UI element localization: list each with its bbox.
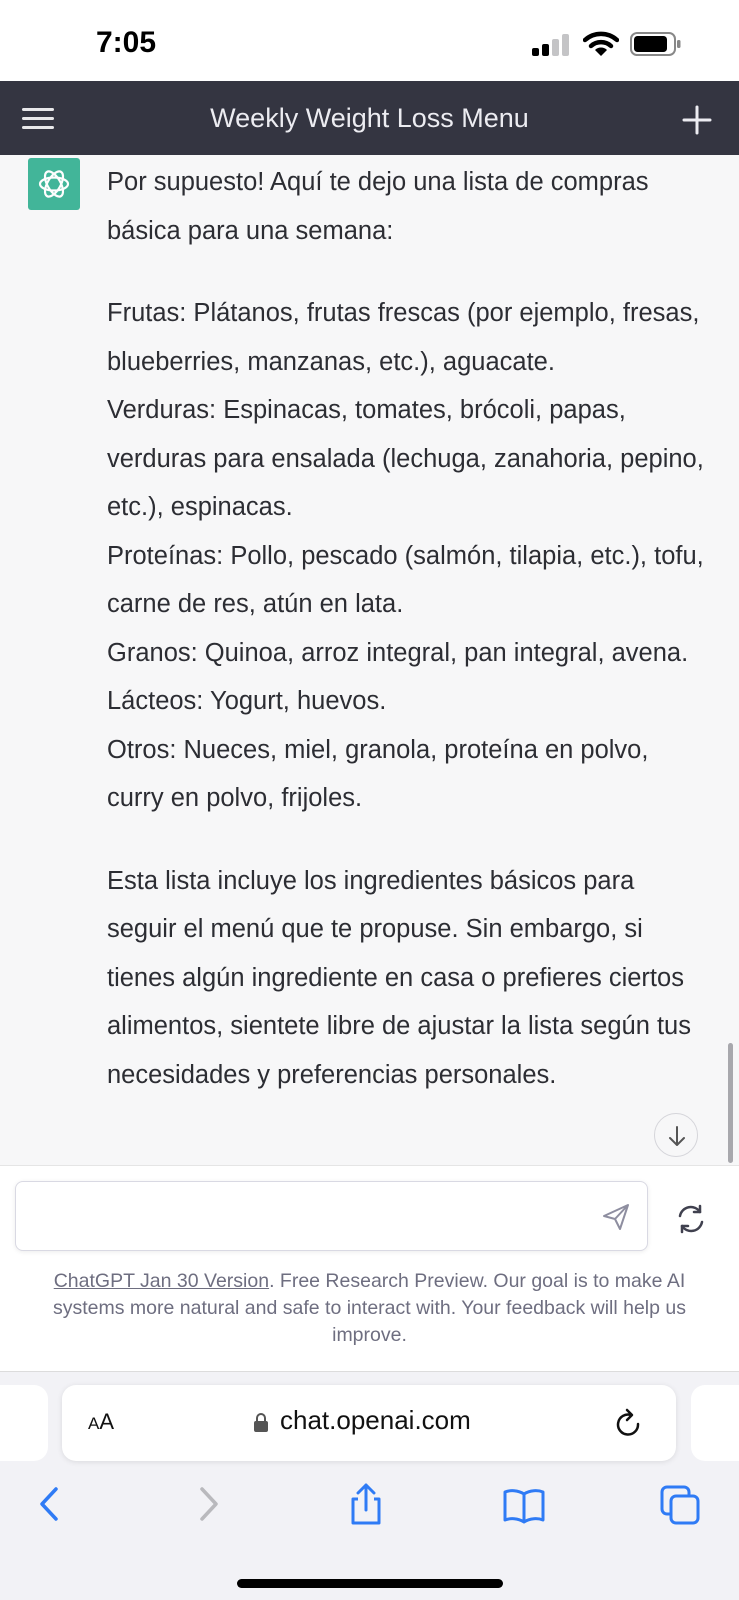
new-chat-plus-icon[interactable] xyxy=(680,103,714,137)
bookmarks-icon[interactable] xyxy=(502,1483,546,1527)
conversation-title: Weekly Weight Loss Menu xyxy=(210,103,529,133)
url-text[interactable]: chat.openai.com xyxy=(280,1405,471,1436)
disclaimer-text: ChatGPT Jan 30 Version. Free Research Pr… xyxy=(18,1268,721,1349)
list-line-proteinas: Proteínas: Pollo, pescado (salmón, tilap… xyxy=(107,541,704,619)
send-icon[interactable] xyxy=(600,1202,632,1232)
prompt-box xyxy=(15,1181,648,1251)
safari-toolbar: AA chat.openai.com xyxy=(0,1371,739,1600)
list-line-lacteos: Lácteos: Yogurt, huevos. xyxy=(107,687,387,715)
assistant-message: Por supuesto! Aquí te dejo una lista de … xyxy=(107,158,707,1099)
prompt-input[interactable] xyxy=(30,1198,590,1234)
version-link[interactable]: ChatGPT Jan 30 Version xyxy=(54,1270,269,1292)
scroll-to-bottom-button[interactable] xyxy=(654,1113,698,1157)
wifi-icon xyxy=(583,31,619,56)
tabs-icon[interactable] xyxy=(658,1483,702,1527)
list-line-granos: Granos: Quinoa, arroz integral, pan inte… xyxy=(107,638,689,667)
address-bar[interactable]: AA chat.openai.com xyxy=(62,1385,676,1461)
text-size-button[interactable]: AA xyxy=(88,1409,114,1435)
chat-scroll-area[interactable]: Por supuesto! Aquí te dejo una lista de … xyxy=(0,155,739,1165)
home-indicator xyxy=(237,1579,503,1588)
status-bar: 7:05 xyxy=(0,0,739,81)
list-line-verduras: Verduras: Espinacas, tomates, brócoli, p… xyxy=(107,396,704,521)
composer-area: ChatGPT Jan 30 Version. Free Research Pr… xyxy=(0,1165,739,1371)
chat-header: Weekly Weight Loss Menu xyxy=(0,81,739,155)
cellular-signal-icon xyxy=(532,34,572,56)
previous-tab-preview[interactable] xyxy=(0,1385,48,1461)
regenerate-icon[interactable] xyxy=(673,1201,709,1237)
list-line-otros: Otros: Nueces, miel, granola, proteína e… xyxy=(107,735,649,813)
next-tab-preview[interactable] xyxy=(691,1385,739,1461)
chatgpt-avatar-icon xyxy=(28,158,80,210)
back-icon[interactable] xyxy=(28,1483,72,1527)
battery-icon xyxy=(630,32,681,56)
reload-icon[interactable] xyxy=(613,1407,643,1439)
share-icon[interactable] xyxy=(344,1483,388,1527)
message-intro: Por supuesto! Aquí te dejo una lista de … xyxy=(107,168,649,245)
forward-icon[interactable] xyxy=(186,1483,230,1527)
lock-icon xyxy=(254,1413,268,1432)
scrollbar-thumb[interactable] xyxy=(728,1043,733,1163)
list-line-frutas: Frutas: Plátanos, frutas frescas (por ej… xyxy=(107,299,700,376)
message-closing: Esta lista incluye los ingredientes bási… xyxy=(107,866,691,1089)
status-time: 7:05 xyxy=(96,26,157,59)
arrow-down-icon xyxy=(669,1126,685,1146)
